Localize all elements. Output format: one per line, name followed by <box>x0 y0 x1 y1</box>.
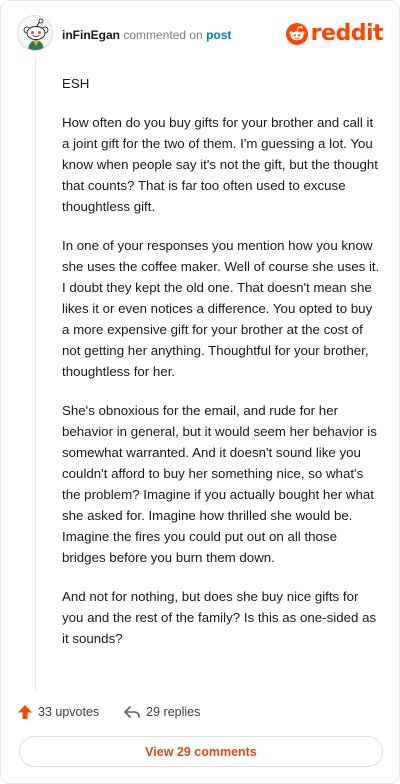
reply-button[interactable]: 29 replies <box>123 704 200 720</box>
thread-line <box>35 59 36 691</box>
username-link[interactable]: inFinEgan <box>62 28 120 42</box>
user-avatar[interactable] <box>17 15 53 51</box>
upvote-button[interactable]: 33 upvotes <box>17 704 99 720</box>
reddit-logo[interactable]: reddit <box>285 21 384 47</box>
comment-paragraph: How often do you buy gifts for your brot… <box>62 115 378 214</box>
reply-count: 29 replies <box>146 705 201 719</box>
comment-actions: 33 upvotes 29 replies <box>17 702 224 722</box>
reddit-snoo-icon <box>285 23 308 45</box>
comment-paragraph: ESH <box>62 76 90 91</box>
comment-paragraph: In one of your responses you mention how… <box>62 238 380 379</box>
comment-card: inFinEgan commented on post reddit ESH H… <box>0 0 400 784</box>
commented-on-text: commented on <box>123 28 203 42</box>
comment-paragraph: She's obnoxious for the email, and rude … <box>62 403 377 565</box>
comment-header: inFinEgan commented on post reddit <box>17 15 384 55</box>
comment-body: ESH How often do you buy gifts for your … <box>62 73 382 667</box>
reply-arrow-icon <box>124 706 140 718</box>
comment-paragraph: And not for nothing, but does she buy ni… <box>62 589 377 646</box>
view-comments-button[interactable]: View 29 comments <box>19 736 383 767</box>
upvote-count: 33 upvotes <box>38 705 100 719</box>
post-link[interactable]: post <box>206 28 231 42</box>
snoo-avatar-icon <box>18 16 52 50</box>
reddit-wordmark: reddit <box>310 21 384 46</box>
upvote-arrow-icon <box>18 705 32 719</box>
comment-meta: inFinEgan commented on post <box>62 27 231 43</box>
